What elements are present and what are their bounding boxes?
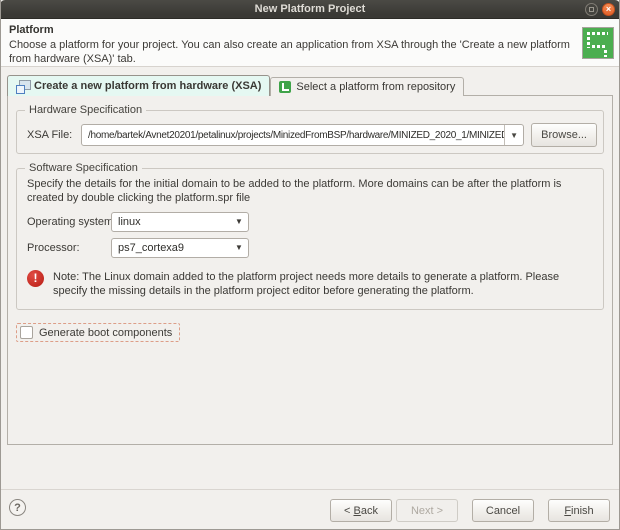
dropdown-arrow-icon: ▼ — [235, 243, 243, 253]
wizard-footer: ? < Back Next > Cancel Finish — [1, 489, 619, 529]
window-controls: × — [585, 3, 615, 16]
processor-label: Processor: — [27, 241, 80, 254]
finish-button[interactable]: Finish — [548, 499, 610, 522]
hardware-board-icon — [16, 80, 31, 94]
new-platform-project-dialog: New Platform Project × Platform Choose a… — [0, 0, 620, 530]
checkbox-box[interactable] — [20, 326, 33, 340]
note-text: Note: The Linux domain added to the plat… — [53, 270, 560, 297]
cancel-button[interactable]: Cancel — [472, 499, 534, 522]
close-button[interactable]: × — [602, 3, 615, 16]
tab-bar: Create a new platform from hardware (XSA… — [7, 75, 465, 96]
software-specification-group: Software Specification Specify the detai… — [16, 162, 604, 311]
platform-icon — [582, 27, 614, 59]
processor-row: Processor: ps7_cortexa9 ▼ — [27, 237, 595, 258]
operating-system-row: Operating system: linux ▼ — [27, 211, 595, 232]
tab-create-platform-from-xsa[interactable]: Create a new platform from hardware (XSA… — [7, 75, 271, 96]
browse-button[interactable]: Browse... — [531, 123, 597, 147]
operating-system-select[interactable]: linux ▼ — [111, 211, 249, 232]
hardware-group-label: Hardware Specification — [25, 104, 147, 116]
tab-select-platform-from-repository[interactable]: Select a platform from repository — [270, 77, 465, 96]
page-title: Platform — [9, 24, 54, 36]
processor-value: ps7_cortexa9 — [118, 241, 185, 254]
tab-content-panel: Hardware Specification XSA File: /home/b… — [7, 95, 613, 445]
dropdown-arrow-icon: ▼ — [235, 217, 243, 227]
next-button[interactable]: Next > — [396, 499, 458, 522]
help-icon: ? — [14, 501, 21, 514]
linux-domain-note: ! Note: The Linux domain added to the pl… — [27, 269, 595, 299]
software-group-label: Software Specification — [25, 162, 142, 174]
page-description: Choose a platform for your project. You … — [9, 39, 570, 65]
titlebar[interactable]: New Platform Project × — [1, 0, 619, 19]
repository-icon — [279, 81, 292, 93]
operating-system-value: linux — [118, 215, 141, 228]
xsa-file-combobox[interactable]: /home/bartek/Avnet20201/petalinux/projec… — [81, 124, 525, 146]
help-button[interactable]: ? — [9, 499, 26, 516]
error-icon: ! — [27, 269, 44, 287]
xsa-file-label: XSA File: — [27, 129, 73, 141]
tab-label: Select a platform from repository — [296, 81, 456, 93]
xsa-file-value: /home/bartek/Avnet20201/petalinux/projec… — [88, 129, 505, 141]
window-title: New Platform Project — [254, 3, 366, 15]
close-icon: × — [605, 4, 612, 14]
checkbox-label: Generate boot components — [39, 326, 173, 339]
dropdown-arrow-icon[interactable]: ▼ — [504, 125, 523, 145]
tab-label: Create a new platform from hardware (XSA… — [34, 80, 262, 92]
maximize-button[interactable] — [585, 3, 598, 16]
operating-system-label: Operating system: — [27, 215, 117, 228]
wizard-buttons: < Back Next > Cancel Finish — [316, 499, 610, 522]
back-button[interactable]: < Back — [330, 499, 392, 522]
xsa-file-row: XSA File: /home/bartek/Avnet20201/petali… — [17, 111, 603, 147]
hardware-specification-group: Hardware Specification XSA File: /home/b… — [16, 104, 604, 154]
maximize-icon — [589, 7, 594, 12]
wizard-header: Platform Choose a platform for your proj… — [1, 19, 619, 67]
generate-boot-components-checkbox[interactable]: Generate boot components — [16, 323, 181, 343]
software-description: Specify the details for the initial doma… — [27, 178, 562, 205]
processor-select[interactable]: ps7_cortexa9 ▼ — [111, 237, 249, 258]
